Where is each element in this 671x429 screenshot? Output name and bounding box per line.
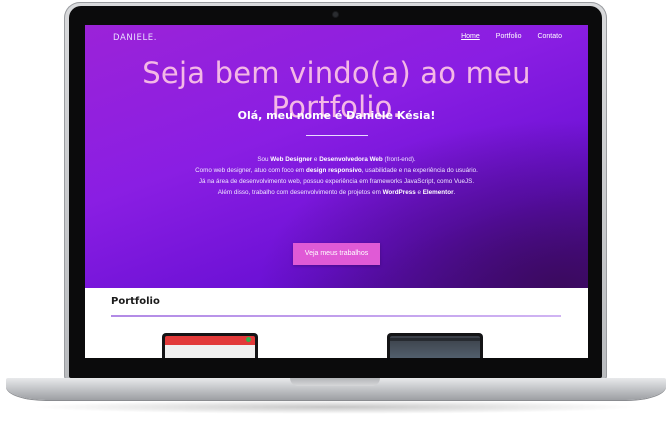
hero-section: DANIELE. Home Portfolio Contato Seja bem…	[85, 25, 588, 288]
webcam-icon	[333, 12, 338, 17]
nav-portfolio-link[interactable]: Portfolio	[496, 33, 522, 40]
intro-text-span: Além disso, trabalho com desenvolvimento…	[217, 189, 383, 196]
intro-text-span: (front-end).	[382, 156, 416, 163]
nav-contato-link[interactable]: Contato	[537, 33, 562, 40]
intro-text-span: e	[415, 189, 423, 196]
status-dot-icon	[246, 337, 251, 342]
intro-line-4: Além disso, trabalho com desenvolvimento…	[85, 187, 588, 198]
intro-text: Sou Web Designer e Desenvolvedora Web (f…	[85, 154, 588, 198]
intro-line-3: Já na área de desenvolvimento web, possu…	[198, 178, 475, 185]
intro-highlight: Desenvolvedora Web	[319, 156, 383, 163]
site-logo[interactable]: DANIELE.	[113, 33, 157, 43]
intro-highlight: WordPress	[382, 189, 416, 196]
intro-line-1: Sou Web Designer e Desenvolvedora Web (f…	[85, 154, 588, 165]
portfolio-section: Portfolio	[85, 288, 588, 358]
portfolio-heading: Portfolio	[111, 296, 160, 307]
portfolio-project-thumbnail[interactable]	[387, 333, 483, 358]
hero-divider	[306, 135, 368, 136]
main-nav: Home Portfolio Contato	[461, 33, 562, 40]
intro-text-span: , usabilidade e na experiência do usuári…	[361, 167, 478, 174]
project-screenshot	[390, 336, 480, 358]
nav-home-link[interactable]: Home	[461, 33, 480, 40]
view-works-button[interactable]: Veja meus trabalhos	[293, 243, 380, 265]
intro-highlight: Elementor	[422, 189, 454, 196]
intro-highlight: design responsivo	[306, 167, 362, 174]
portfolio-project-thumbnail[interactable]	[162, 333, 258, 358]
laptop-notch	[290, 378, 380, 386]
screen: DANIELE. Home Portfolio Contato Seja bem…	[85, 25, 588, 358]
project-navbar	[390, 338, 480, 341]
intro-highlight: Web Designer	[270, 156, 313, 163]
intro-text-span: Como web designer, atuo com foco em	[195, 167, 307, 174]
laptop-shadow	[30, 400, 640, 414]
hero-subtitle: Olá, meu nome é Daniele Késia!	[237, 109, 436, 122]
project-screenshot	[165, 336, 255, 358]
intro-text-span: Sou	[257, 156, 271, 163]
portfolio-divider	[111, 315, 561, 317]
intro-text-span: .	[453, 189, 456, 196]
intro-line-2: Como web designer, atuo com foco em desi…	[85, 165, 588, 176]
